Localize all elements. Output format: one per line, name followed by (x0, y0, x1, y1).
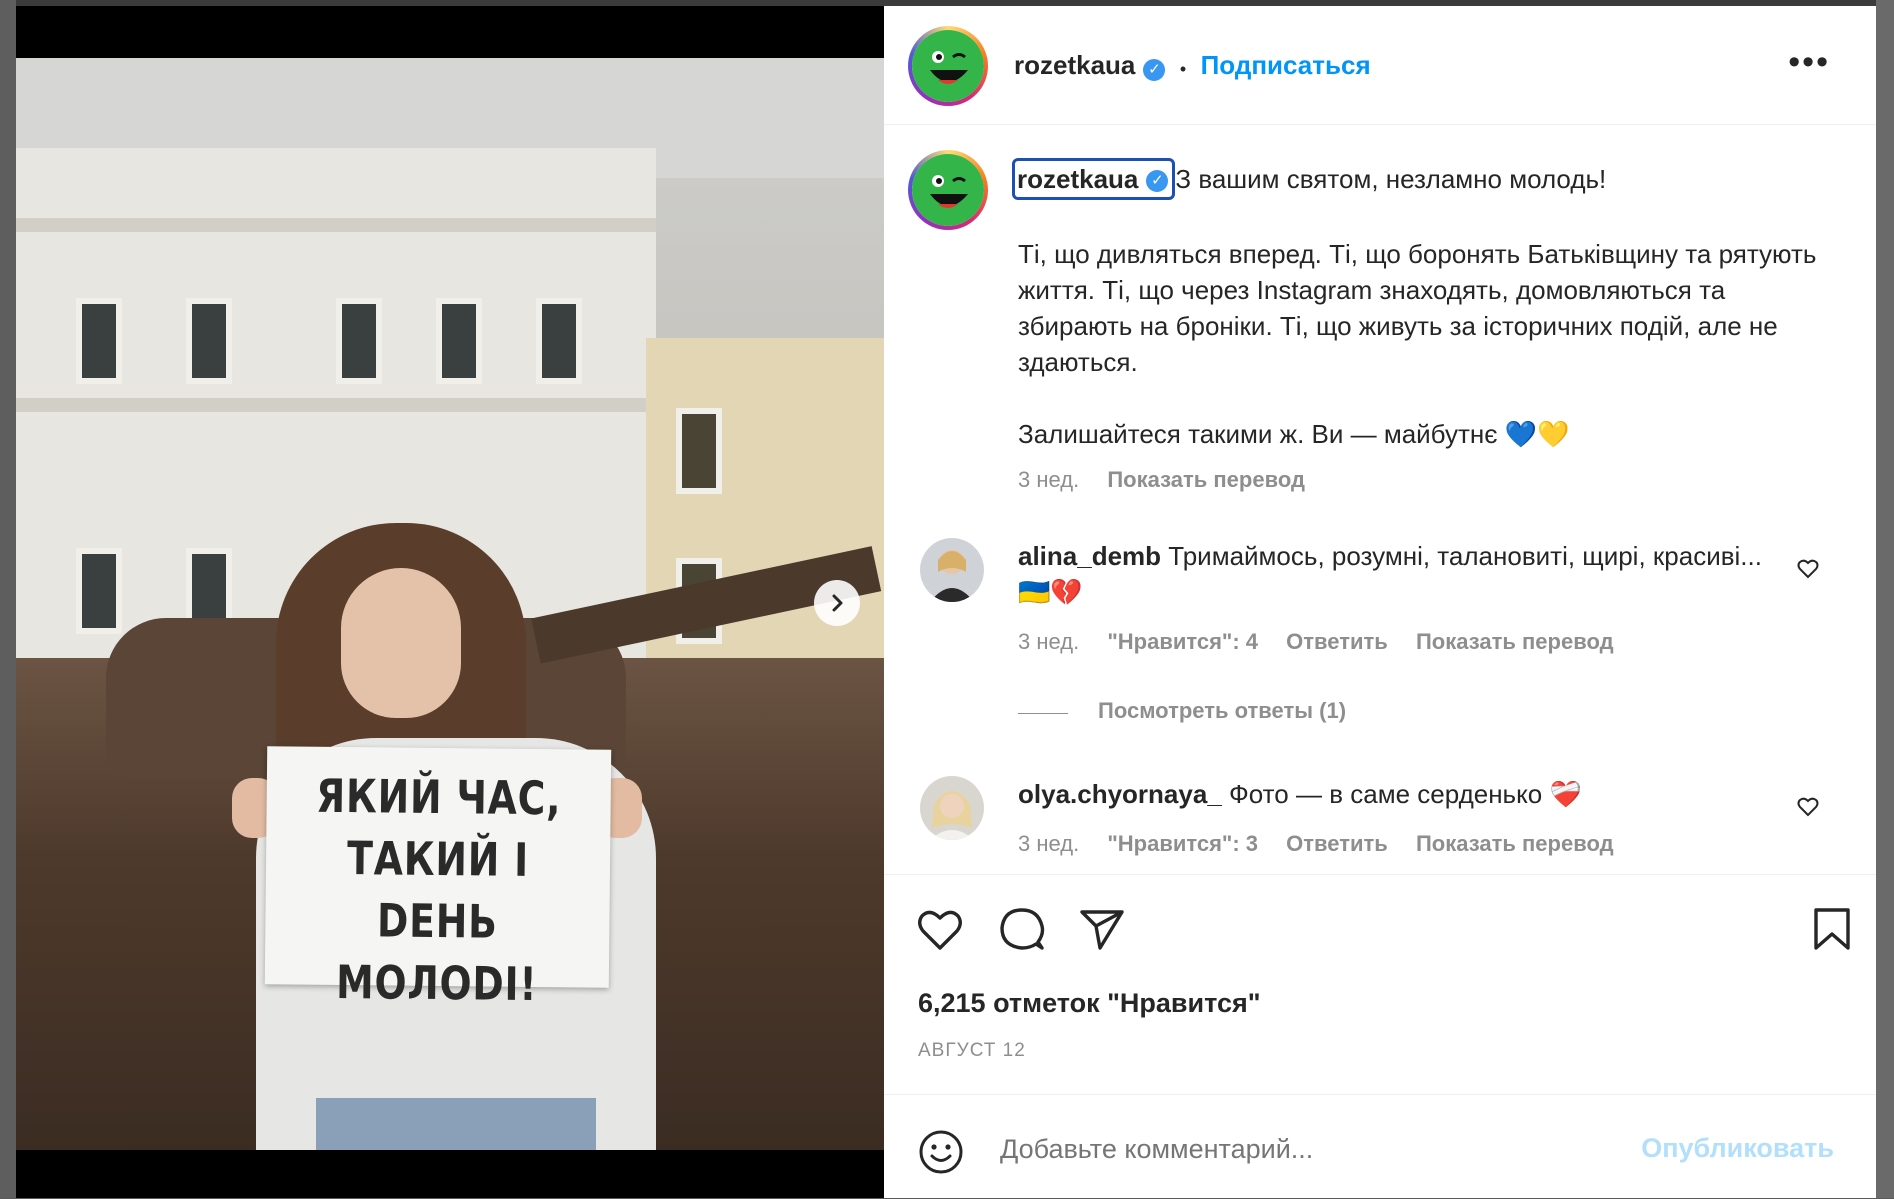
comment-username[interactable]: olya.chyornaya_ (1018, 779, 1222, 809)
comment-body: alina_demb Тримаймось, розумні, таланови… (1018, 538, 1778, 660)
post-caption: rozetkaua ✓ З вашим святом, незламно молод… (1012, 158, 1818, 498)
save-button[interactable] (1812, 906, 1852, 957)
speech-bubble-icon (1000, 908, 1045, 950)
comment-reply-button[interactable]: Ответить (1286, 831, 1388, 856)
comment-input[interactable] (998, 1133, 1622, 1166)
header-separator: • (1179, 59, 1187, 80)
building-window (436, 298, 482, 384)
view-replies-label: Посмотреть ответы (1) (1098, 698, 1347, 723)
replies-line (1018, 713, 1068, 715)
building-window (76, 298, 122, 384)
heart-icon (1797, 559, 1819, 579)
comment-translate-link[interactable]: Показать перевод (1416, 629, 1614, 654)
heart-icon (918, 910, 962, 950)
comment-text: Фото — в саме серденько ❤️‍🩹 (1229, 779, 1582, 809)
comment-like-heart-icon[interactable] (1796, 794, 1820, 823)
person-avatar-icon (920, 538, 984, 602)
rozetka-logo-icon (912, 154, 984, 226)
paper-plane-icon (1080, 910, 1124, 950)
caption-paragraph-3: Залишайтеся такими ж. Ви — майбутнє 💙💛 (1018, 419, 1570, 449)
post-media: ЯКИЙ ЧАС, ТАКИЙ І DEНЬ МОЛОDІ! (16, 6, 884, 1198)
caption-avatar[interactable] (908, 150, 988, 230)
chevron-right-icon (832, 594, 843, 612)
emoji-button[interactable] (918, 1129, 964, 1180)
caption-first-line: rozetkaua ✓ З вашим святом, незламно молод… (1012, 158, 1818, 200)
more-options-icon[interactable]: ••• (1788, 45, 1830, 79)
building-window (676, 408, 722, 494)
comment-like-heart-icon[interactable] (1796, 556, 1820, 585)
carousel-next-button[interactable] (814, 580, 860, 626)
action-bar (884, 874, 1876, 875)
comment-meta: 3 нед. "Нравится": 4 Ответить Показать п… (1018, 624, 1778, 660)
caption-username: rozetkaua (1017, 164, 1139, 194)
comment-meta: 3 нед. "Нравится": 3 Ответить Показать п… (1018, 826, 1778, 862)
caption-paragraph-2: Ті, що дивляться вперед. Ті, що боронять… (1018, 239, 1817, 377)
comment-body: olya.chyornaya_ Фото — в саме серденько … (1018, 776, 1778, 862)
post-photo[interactable]: ЯКИЙ ЧАС, ТАКИЙ І DEНЬ МОЛОDІ! (16, 58, 884, 1150)
caption-username-link[interactable]: rozetkaua ✓ (1012, 158, 1176, 200)
comment-time[interactable]: 3 нед. (1018, 629, 1079, 654)
comment-likes[interactable]: "Нравится": 3 (1107, 831, 1258, 856)
commenter-avatar[interactable] (920, 776, 984, 840)
building-window (536, 298, 582, 384)
sign-text: ЯКИЙ ЧАС, ТАКИЙ І DEНЬ МОЛОDІ! (315, 768, 562, 1012)
like-button[interactable] (916, 906, 964, 957)
header-identity: rozetkaua ✓ • Подписаться (1014, 50, 1371, 81)
comment-likes[interactable]: "Нравится": 4 (1107, 629, 1258, 654)
follow-button[interactable]: Подписаться (1201, 50, 1371, 80)
comment-reply-button[interactable]: Ответить (1286, 629, 1388, 654)
right-backdrop (1876, 0, 1894, 1198)
post-date[interactable]: АВГУСТ 12 (918, 1040, 1026, 1062)
person-avatar-icon (920, 776, 984, 840)
comment-item: olya.chyornaya_ Фото — в саме серденько … (920, 776, 1820, 866)
comment-composer: Опубликовать (884, 1094, 1876, 1199)
comment-button[interactable] (998, 906, 1046, 957)
building-window (336, 298, 382, 384)
caption-time[interactable]: 3 нед. (1018, 467, 1079, 492)
profile-avatar[interactable] (908, 26, 988, 106)
share-button[interactable] (1078, 906, 1126, 957)
building-window (76, 548, 122, 634)
building-cornice (16, 218, 656, 232)
comment-time[interactable]: 3 нед. (1018, 831, 1079, 856)
header-username[interactable]: rozetkaua (1014, 50, 1135, 80)
commenter-avatar[interactable] (920, 538, 984, 602)
heart-icon (1797, 797, 1819, 817)
protest-sign: ЯКИЙ ЧАС, ТАКИЙ І DEНЬ МОЛОDІ! (264, 746, 612, 1011)
left-backdrop (0, 0, 16, 1198)
caption-line1: З вашим святом, незламно молодь! (1175, 164, 1607, 194)
verified-badge-icon: ✓ (1143, 58, 1166, 81)
post-details-panel: rozetkaua ✓ • Подписаться ••• rozetkaua ✓ З… (884, 6, 1876, 1198)
building-cornice (16, 398, 656, 412)
caption-meta: 3 нед. Показать перевод (1018, 462, 1818, 498)
rozetka-smiley-icon (916, 34, 980, 98)
building-window (186, 298, 232, 384)
person-face (341, 568, 461, 718)
view-replies-toggle[interactable]: Посмотреть ответы (1) (1018, 698, 1346, 724)
comment-username[interactable]: alina_demb (1018, 541, 1161, 571)
caption-translate-link[interactable]: Показать перевод (1107, 467, 1305, 492)
likes-count[interactable]: 6,215 отметок "Нравится" (918, 988, 1261, 1019)
rozetka-smiley-icon (916, 158, 980, 222)
post-header: rozetkaua ✓ • Подписаться ••• (884, 6, 1876, 125)
bookmark-icon (1814, 908, 1850, 950)
rozetka-logo-icon (912, 30, 984, 102)
person-jeans (316, 1098, 596, 1150)
comment-translate-link[interactable]: Показать перевод (1416, 831, 1614, 856)
verified-badge-icon: ✓ (1146, 170, 1169, 193)
emoji-smiley-icon (919, 1130, 963, 1174)
publish-button[interactable]: Опубликовать (1641, 1133, 1834, 1164)
